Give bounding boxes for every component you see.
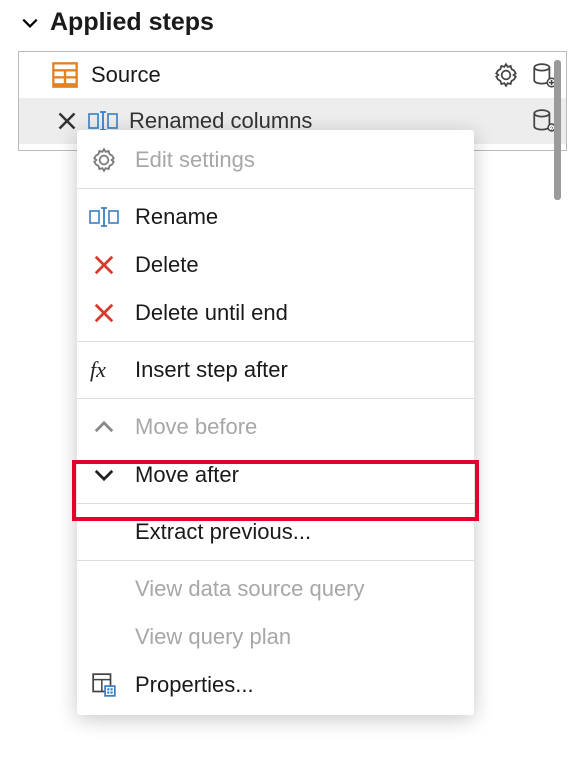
scrollbar[interactable] bbox=[554, 60, 561, 200]
menu-label: View query plan bbox=[135, 624, 291, 650]
blank-icon bbox=[89, 622, 119, 652]
svg-text:fx: fx bbox=[90, 358, 106, 382]
menu-label: Properties... bbox=[135, 672, 254, 698]
menu-properties[interactable]: Properties... bbox=[77, 661, 474, 709]
close-icon bbox=[89, 298, 119, 328]
menu-label: Delete bbox=[135, 252, 199, 278]
menu-label: Delete until end bbox=[135, 300, 288, 326]
menu-separator bbox=[77, 341, 474, 342]
menu-label: Extract previous... bbox=[135, 519, 311, 545]
menu-label: Edit settings bbox=[135, 147, 255, 173]
blank-icon bbox=[89, 517, 119, 547]
chevron-down-icon bbox=[89, 460, 119, 490]
menu-separator bbox=[77, 560, 474, 561]
menu-view-data-source-query: View data source query bbox=[77, 565, 474, 613]
gear-icon[interactable] bbox=[490, 59, 522, 91]
menu-rename[interactable]: Rename bbox=[77, 193, 474, 241]
close-icon bbox=[89, 250, 119, 280]
fx-icon: fx bbox=[89, 355, 119, 385]
properties-icon bbox=[89, 670, 119, 700]
menu-separator bbox=[77, 398, 474, 399]
step-context-menu: Edit settings Rename Delete Delete until… bbox=[77, 130, 474, 715]
applied-steps-header[interactable]: Applied steps bbox=[0, 0, 585, 51]
step-row-source[interactable]: Source bbox=[19, 52, 566, 98]
chevron-down-icon bbox=[20, 13, 40, 33]
menu-label: Move after bbox=[135, 462, 239, 488]
gear-icon bbox=[89, 145, 119, 175]
menu-extract-previous[interactable]: Extract previous... bbox=[77, 508, 474, 556]
blank-icon bbox=[89, 574, 119, 604]
menu-label: View data source query bbox=[135, 576, 365, 602]
delete-step-icon[interactable] bbox=[55, 109, 79, 133]
menu-insert-step-after[interactable]: fx Insert step after bbox=[77, 346, 474, 394]
menu-view-query-plan: View query plan bbox=[77, 613, 474, 661]
menu-move-before: Move before bbox=[77, 403, 474, 451]
menu-separator bbox=[77, 503, 474, 504]
menu-move-after[interactable]: Move after bbox=[77, 451, 474, 499]
menu-edit-settings: Edit settings bbox=[77, 136, 474, 184]
table-icon bbox=[49, 59, 81, 91]
menu-delete-until-end[interactable]: Delete until end bbox=[77, 289, 474, 337]
chevron-up-icon bbox=[89, 412, 119, 442]
menu-label: Insert step after bbox=[135, 357, 288, 383]
menu-label: Rename bbox=[135, 204, 218, 230]
step-label: Source bbox=[91, 62, 480, 88]
menu-label: Move before bbox=[135, 414, 257, 440]
rename-icon bbox=[89, 202, 119, 232]
menu-separator bbox=[77, 188, 474, 189]
menu-delete[interactable]: Delete bbox=[77, 241, 474, 289]
panel-title: Applied steps bbox=[50, 8, 214, 37]
